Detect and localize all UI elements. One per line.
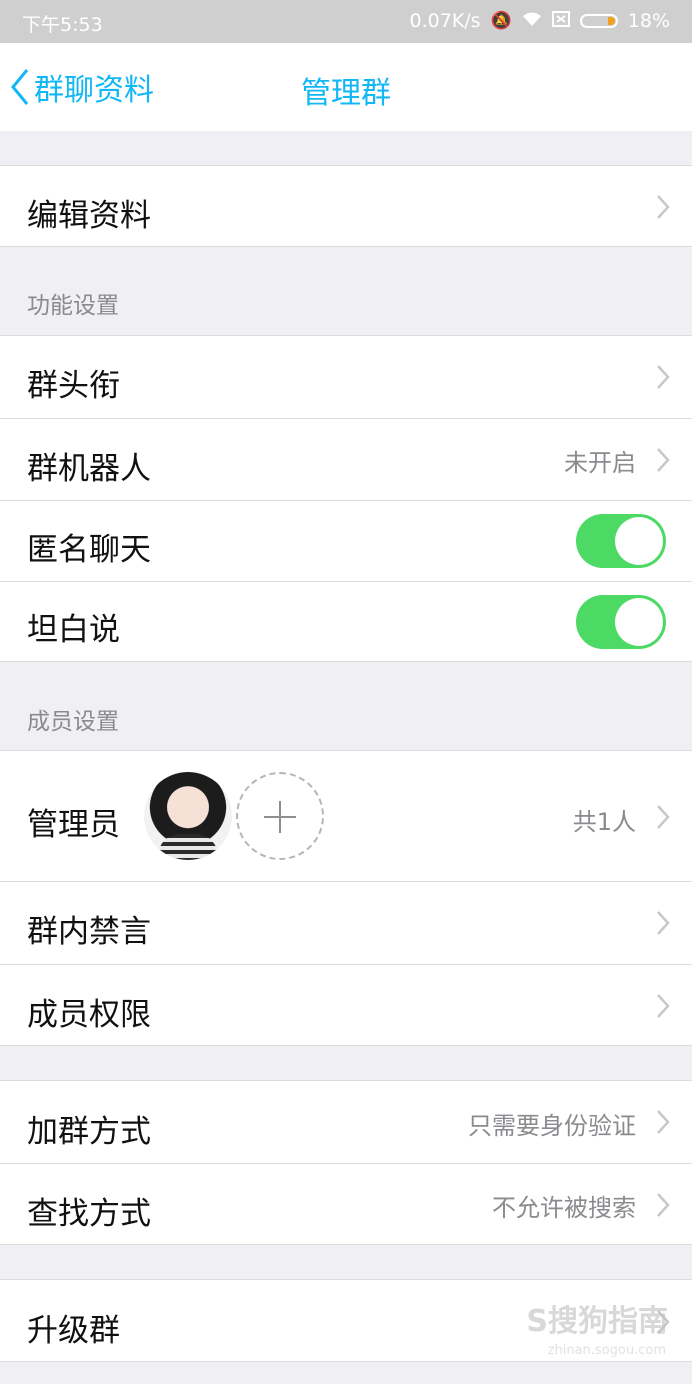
group-title-label: 群头衔 [27,368,120,404]
honest-talk-toggle[interactable] [576,595,666,649]
admins-row[interactable]: 管理员 共1人 [0,750,692,881]
mute-row[interactable]: 群内禁言 [0,881,692,964]
mute-label: 群内禁言 [27,914,151,950]
chevron-right-icon [657,1193,670,1217]
chevron-right-icon [657,994,670,1018]
edit-profile-row[interactable]: 编辑资料 [0,165,692,247]
anonymous-chat-toggle[interactable] [576,514,666,568]
group-robot-label: 群机器人 [27,451,151,487]
admins-count: 共1人 [572,808,636,836]
chevron-right-icon [657,1110,670,1134]
nav-bar: 群聊资料 管理群 [0,43,692,131]
section-function-settings: 功能设置 [27,293,119,319]
join-method-row[interactable]: 加群方式 只需要身份验证 [0,1080,692,1163]
group-robot-status: 未开启 [564,449,636,477]
silent-icon: 🔕 [490,11,512,31]
chevron-right-icon [657,911,670,935]
admin-avatar[interactable] [144,772,232,860]
search-method-value: 不允许被搜索 [492,1194,636,1222]
group-title-row[interactable]: 群头衔 [0,335,692,418]
admins-label: 管理员 [27,807,120,843]
group-robot-row[interactable]: 群机器人 未开启 [0,418,692,500]
toggle-knob [615,598,663,646]
watermark-url: zhinan.sogou.com [547,1343,666,1358]
status-right: 0.07K/s 🔕 18% [410,10,670,32]
network-speed: 0.07K/s [409,10,481,32]
edit-profile-label: 编辑资料 [27,198,151,234]
page-title: 管理群 [301,76,391,111]
chevron-right-icon [657,365,670,389]
honest-talk-label: 坦白说 [27,612,120,648]
search-method-row[interactable]: 查找方式 不允许被搜索 [0,1163,692,1245]
honest-talk-row: 坦白说 [0,581,692,662]
sim-icon [551,10,570,32]
status-bar: 下午5:53 0.07K/s 🔕 18% [0,0,692,43]
battery-icon [579,14,618,28]
status-time: 下午5:53 [22,14,103,36]
upgrade-group-label: 升级群 [27,1313,120,1349]
anonymous-chat-label: 匿名聊天 [27,532,151,568]
toggle-knob [615,517,663,565]
join-method-value: 只需要身份验证 [468,1112,636,1140]
battery-level: 18% [627,10,670,32]
wifi-icon [522,11,542,32]
join-method-label: 加群方式 [27,1114,151,1150]
watermark-logo: S搜狗指南 [526,1304,668,1339]
member-permissions-label: 成员权限 [27,997,151,1033]
anonymous-chat-row: 匿名聊天 [0,500,692,581]
search-method-label: 查找方式 [27,1196,151,1232]
chevron-right-icon [657,195,670,219]
add-admin-button[interactable] [236,772,324,860]
chevron-right-icon [657,805,670,829]
section-member-settings: 成员设置 [27,709,119,735]
chevron-right-icon [657,448,670,472]
member-permissions-row[interactable]: 成员权限 [0,964,692,1046]
